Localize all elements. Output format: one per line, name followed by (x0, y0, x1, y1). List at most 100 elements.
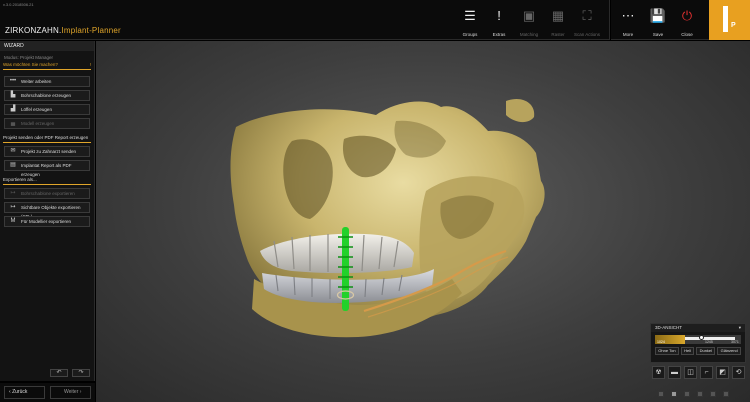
slice-button[interactable]: ▬ (668, 366, 681, 379)
send-to-dentist-label: Projekt zu Zahnarzt senden (21, 149, 77, 154)
render-mode-group: Ohne Ton Hell Dunkel Glänzend (655, 347, 741, 355)
wizard-navigation: ‹ Zurück Weiter › (0, 383, 95, 402)
export-stl-icon: ↦ (10, 204, 16, 210)
view-tools-row: ☢ ▬ ◫ ⌐ ◩ ⟲ (652, 366, 745, 379)
wizard-question-marker: ! (89, 62, 91, 67)
scan-actions-button[interactable]: ⛶ Scan Actions (571, 6, 603, 38)
slider-handle[interactable] (699, 335, 704, 340)
raster-button[interactable]: ▦ Raster (542, 6, 574, 38)
redo-icon: ↷ (78, 370, 84, 376)
xray-icon: ☢ (655, 369, 662, 376)
reset-view-button[interactable]: ⟲ (732, 366, 745, 379)
next-button[interactable]: Weiter › (50, 386, 91, 399)
export-drill-guide-button[interactable]: ↦ Bohrschablone exportieren (4, 188, 90, 199)
corner-icon: ⌐ (704, 369, 709, 376)
bright-button[interactable]: Hell (680, 347, 695, 355)
back-label: Zurück (12, 389, 28, 395)
top-toolbar: v.3.0.2018506.21 ZIRKONZAHN.Implant-Plan… (0, 0, 750, 40)
more-dots-icon: ⋯ (621, 8, 635, 23)
wizard-modus: Modus: Projekt Manager (4, 55, 54, 60)
raster-label: Raster (551, 32, 565, 37)
undo-icon: ↶ (56, 370, 62, 376)
model-icon: ▄ (10, 120, 16, 126)
layout-3-button[interactable] (684, 391, 690, 397)
save-label: Save (652, 32, 664, 37)
layout-4-button[interactable] (697, 391, 703, 397)
caret-down-icon: ▾ (738, 325, 741, 330)
raster-icon: ▦ (551, 8, 565, 23)
continue-working-label: Weiter arbeiten (21, 79, 52, 84)
app-title: ZIRKONZAHN.Implant-Planner (5, 26, 121, 35)
glossy-button[interactable]: Glänzend (717, 347, 741, 355)
extras-button[interactable]: ! Extras (483, 6, 515, 38)
pdf-report-button[interactable]: ▤ Implantat Report als PDF erzeugen (4, 160, 90, 177)
export-modellier-button[interactable]: M Für Modellier exportieren (4, 216, 90, 227)
layout-5-button[interactable] (710, 391, 716, 397)
menu-lines-icon: ☰ (464, 8, 476, 23)
logo-mark (723, 6, 728, 32)
chevron-left-icon: ‹ (9, 389, 11, 395)
continue-working-button[interactable]: ••• Weiter arbeiten (4, 76, 90, 87)
slider-mid-label: 1245 (705, 340, 713, 344)
create-drill-guide-label: Bohrschablone erzeugen (21, 93, 72, 98)
threshold-slider[interactable]: 1024 1245 3071 (655, 335, 741, 344)
layout-2-button[interactable] (671, 391, 677, 397)
scan-actions-label: Scan Actions (573, 32, 600, 37)
scan-actions-icon: ⛶ (582, 8, 592, 23)
wizard-question: Was möchten Sie machen? ! (3, 62, 91, 70)
reset-view-icon: ⟲ (735, 369, 742, 376)
no-tone-button[interactable]: Ohne Ton (655, 347, 679, 355)
save-button[interactable]: 💾 Save (642, 6, 674, 38)
wizard-panel: WIZARD Modus: Projekt Manager Was möchte… (0, 41, 95, 381)
export-modellier-label: Für Modellier exportieren (21, 219, 72, 224)
matching-label: Matching (519, 32, 539, 37)
save-disk-icon: 💾 (649, 8, 667, 23)
next-label: Weiter (64, 389, 79, 395)
corner-button[interactable]: ⌐ (700, 366, 713, 379)
layout-1-button[interactable] (658, 391, 664, 397)
layout-6-button[interactable] (723, 391, 729, 397)
dark-button[interactable]: Dunkel (696, 347, 716, 355)
cube-icon: ◩ (719, 369, 726, 376)
power-icon: ⏻ (681, 8, 693, 23)
back-button[interactable]: ‹ Zurück (4, 386, 45, 399)
mandible-ramus (419, 176, 525, 301)
panorama-button[interactable]: ◫ (684, 366, 697, 379)
mail-icon: ✉ (10, 148, 16, 154)
more-button[interactable]: ⋯ More (612, 6, 644, 38)
create-tray-button[interactable]: ▟ Löffel erzeugen (4, 104, 90, 115)
close-button[interactable]: ⏻ Close (671, 6, 703, 38)
layout-switcher (658, 391, 729, 397)
groups-button[interactable]: ☰ Groups (454, 6, 486, 38)
xray-button[interactable]: ☢ (652, 366, 665, 379)
3d-view-header[interactable]: 3D-ANSICHT ▾ (651, 324, 745, 332)
modellier-icon: M (10, 218, 16, 224)
more-label: More (622, 32, 634, 37)
export-icon: ↦ (10, 190, 16, 196)
undo-redo-group: ↶ ↷ (50, 369, 90, 377)
send-section-title: Projekt senden oder PDF Report erzeugen (3, 135, 91, 143)
pdf-icon: ▤ (10, 162, 16, 168)
slider-max-label: 3071 (731, 340, 739, 344)
pdf-report-label: Implantat Report als PDF erzeugen (21, 163, 72, 177)
redo-button[interactable]: ↷ (72, 369, 90, 377)
matching-button[interactable]: ▣ Matching (513, 6, 545, 38)
version-text: v.3.0.2018506.21 (3, 2, 34, 7)
slice-icon: ▬ (671, 369, 678, 376)
create-tray-label: Löffel erzeugen (21, 107, 52, 112)
undo-button[interactable]: ↶ (50, 369, 68, 377)
send-to-dentist-button[interactable]: ✉ Projekt zu Zahnarzt senden (4, 146, 90, 157)
toolbar-divider (609, 0, 611, 40)
cube-button[interactable]: ◩ (716, 366, 729, 379)
brand-main: ZIRKONZAHN. (5, 26, 62, 35)
export-stl-button[interactable]: ↦ Sichtbare Objekte exportieren (STL) (4, 202, 90, 219)
drill-guide-icon: ▙ (10, 92, 16, 98)
close-label: Close (681, 32, 693, 37)
3d-view-panel: 3D-ANSICHT ▾ 1024 1245 3071 Ohne Ton Hel… (650, 323, 746, 363)
create-drill-guide-button[interactable]: ▙ Bohrschablone erzeugen (4, 90, 90, 101)
create-model-button[interactable]: ▄ Modell erzeugen (4, 118, 90, 129)
bone-fragment (506, 98, 535, 123)
groups-label: Groups (462, 32, 478, 37)
wizard-title: WIZARD (0, 41, 94, 51)
slider-value: 1024 (657, 340, 665, 344)
